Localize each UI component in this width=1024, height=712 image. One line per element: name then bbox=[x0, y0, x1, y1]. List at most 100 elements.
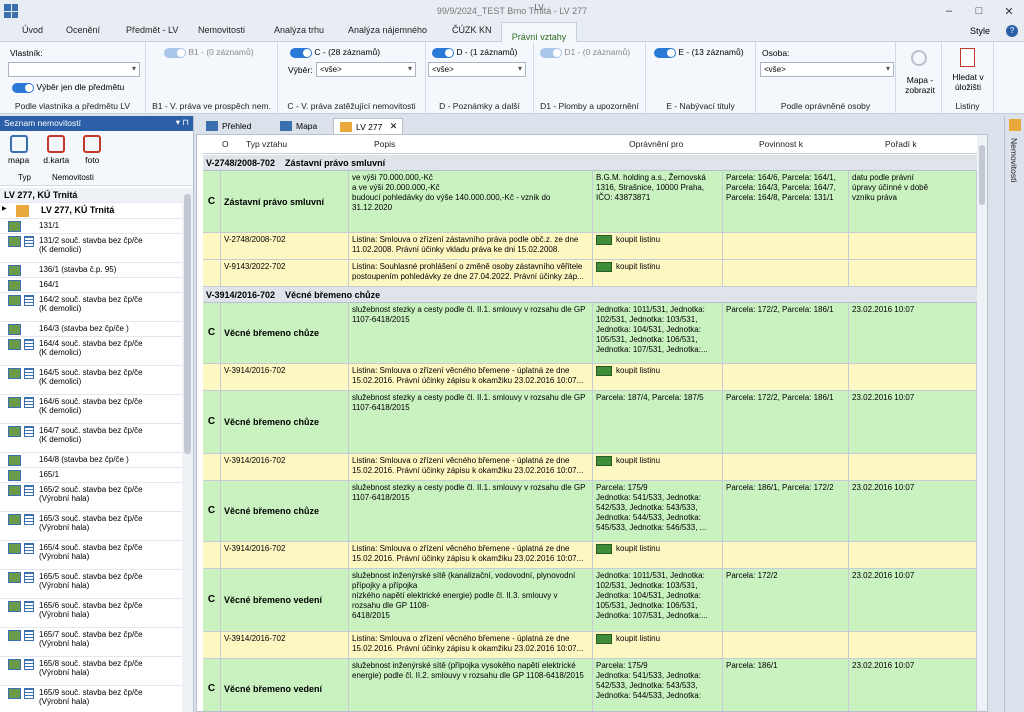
mapa-tool-button[interactable]: mapa bbox=[8, 135, 29, 167]
hledat-button[interactable]: Hledat v úložišti bbox=[946, 72, 990, 92]
selected-item[interactable]: ▶ LV 277, KÚ Trnitá bbox=[0, 203, 182, 219]
table-row[interactable]: C Věcné břemeno chůze služebnost stezky a … bbox=[203, 303, 977, 364]
koupit-listinu-button[interactable]: koupit listinu bbox=[596, 634, 719, 644]
list-item[interactable]: 164/6 souč. stavba bez čp/če (K demolici… bbox=[0, 395, 182, 424]
section-header[interactable]: V-2748/2008-702 Zástavní právo smluvní bbox=[203, 155, 977, 171]
close-tab-icon[interactable]: ✕ bbox=[390, 121, 398, 132]
list-item[interactable]: 165/2 souč. stavba bez čp/če (Výrobní ha… bbox=[0, 483, 182, 512]
grid-scrollbar[interactable] bbox=[977, 135, 987, 711]
c-vyber-label: Výběr: bbox=[288, 65, 313, 75]
tab-oceneni[interactable]: Ocenění bbox=[66, 25, 100, 35]
list-scrollbar[interactable] bbox=[182, 188, 193, 712]
table-row[interactable]: V-3914/2016-702 Listina: Smlouva o zřízen… bbox=[203, 364, 977, 391]
col-o[interactable]: O bbox=[222, 139, 229, 153]
tab-analyza-najemneho[interactable]: Analýza nájemného bbox=[348, 25, 427, 35]
list-item[interactable]: 136/1 (stavba č.p. 95) bbox=[0, 263, 182, 278]
table-row[interactable]: V-3914/2016-702 Listina: Smlouva o zřízen… bbox=[203, 632, 977, 659]
tab-prehled[interactable]: Přehled bbox=[200, 118, 257, 134]
maximize-button[interactable]: □ bbox=[964, 0, 994, 22]
koupit-listinu-button[interactable]: koupit listinu bbox=[596, 235, 719, 245]
koupit-listinu-button[interactable]: koupit listinu bbox=[596, 366, 719, 376]
building-icon bbox=[24, 397, 34, 408]
osoba-label: Osoba: bbox=[762, 48, 790, 58]
list-item[interactable]: 165/8 souč. stavba bez čp/če (Výrobní ha… bbox=[0, 657, 182, 686]
table-row[interactable]: C Věcné břemeno chůze služebnost stezky a … bbox=[203, 391, 977, 454]
cell-o: C bbox=[203, 171, 221, 232]
list-item-label: 165/4 souč. stavba bez čp/če (Výrobní ha… bbox=[39, 543, 143, 561]
list-item[interactable]: 165/9 souč. stavba bez čp/če (Výrobní ha… bbox=[0, 686, 182, 712]
foto-tool-button[interactable]: foto bbox=[83, 135, 102, 167]
tab-uvod[interactable]: Úvod bbox=[22, 25, 43, 35]
list-item[interactable]: 165/3 souč. stavba bez čp/če (Výrobní ha… bbox=[0, 512, 182, 541]
current-row-arrow: ▶ bbox=[2, 206, 7, 212]
table-row[interactable]: C Zástavní právo smluvní ve výši 70.000.00… bbox=[203, 171, 977, 233]
table-row[interactable]: V-3914/2016-702 Listina: Smlouva o zřízen… bbox=[203, 542, 977, 569]
d1-toggle[interactable]: D1 - (0 záznamů) bbox=[540, 47, 630, 58]
pin-icon[interactable]: ▾ ⊓ bbox=[176, 117, 189, 128]
tab-pravni-vztahy[interactable]: Právní vztahy bbox=[501, 22, 577, 43]
filter-value[interactable]: Nemovitosti bbox=[48, 171, 98, 185]
minimize-button[interactable]: – bbox=[934, 0, 964, 22]
list-item[interactable]: 164/2 souč. stavba bez čp/če (K demolici… bbox=[0, 293, 182, 322]
list-item[interactable]: 164/3 (stavba bez čp/če ) bbox=[0, 322, 182, 337]
col-typ-vztahu[interactable]: Typ vztahu bbox=[246, 139, 287, 153]
table-row[interactable]: C Věcné břemeno vedení služebnost inženýrs… bbox=[203, 569, 977, 632]
list-item[interactable]: 165/6 souč. stavba bez čp/če (Výrobní ha… bbox=[0, 599, 182, 628]
list-item[interactable]: 165/7 souč. stavba bez čp/če (Výrobní ha… bbox=[0, 628, 182, 657]
list-item[interactable]: 165/5 souč. stavba bez čp/če (Výrobní ha… bbox=[0, 570, 182, 599]
group-header[interactable]: LV 277, KÚ Trnitá bbox=[0, 188, 182, 203]
close-button[interactable]: ✕ bbox=[994, 0, 1024, 22]
vyber-toggle[interactable]: Výběr jen dle předmětu bbox=[12, 82, 124, 93]
cell-poradi bbox=[849, 364, 977, 390]
list-item[interactable]: 164/7 souč. stavba bez čp/če (K demolici… bbox=[0, 424, 182, 453]
section-header[interactable]: V-3914/2016-702 Věcné břemeno chůze bbox=[203, 287, 977, 303]
building-icon bbox=[24, 295, 34, 306]
camera-icon bbox=[83, 135, 102, 153]
col-povinnost-k[interactable]: Povinnost k bbox=[759, 139, 803, 153]
list-item-label: 164/2 souč. stavba bez čp/če (K demolici… bbox=[39, 295, 143, 313]
list-item[interactable]: 165/1 bbox=[0, 468, 182, 483]
tab-lv277[interactable]: LV 277 ✕ bbox=[333, 118, 404, 134]
cell-povinnost bbox=[723, 454, 849, 480]
b1-toggle[interactable]: B1 - (0 záznamů) bbox=[164, 47, 254, 58]
list-item[interactable]: 164/4 souč. stavba bez čp/če (K demolici… bbox=[0, 337, 182, 366]
help-icon[interactable]: ? bbox=[1006, 25, 1018, 37]
osoba-combo[interactable]: <vše> bbox=[760, 62, 894, 77]
list-item[interactable]: 165/4 souč. stavba bez čp/če (Výrobní ha… bbox=[0, 541, 182, 570]
table-row[interactable]: V-2748/2008-702 Listina: Smlouva o zřízen… bbox=[203, 233, 977, 260]
cell-poradi: 23.02.2016 10:07 bbox=[849, 659, 977, 711]
parcel-icon bbox=[8, 280, 21, 291]
koupit-listinu-button[interactable]: koupit listinu bbox=[596, 544, 719, 554]
col-poradi-k[interactable]: Pořadí k bbox=[885, 139, 917, 153]
col-popis[interactable]: Popis bbox=[374, 139, 395, 153]
table-row[interactable]: V-3914/2016-702 Listina: Smlouva o zřízen… bbox=[203, 454, 977, 481]
d-combo[interactable]: <vše> bbox=[428, 62, 526, 77]
table-row[interactable]: V-9143/2022-702 Listina: Souhlasné prohlá… bbox=[203, 260, 977, 287]
tab-nemovitosti[interactable]: Nemovitosti bbox=[198, 25, 245, 35]
list-item[interactable]: 131/1 bbox=[0, 219, 182, 234]
parcel-icon bbox=[8, 426, 21, 437]
tab-mapa[interactable]: Mapa bbox=[274, 118, 323, 134]
tab-cuzk-kn[interactable]: ČÚZK KN bbox=[452, 25, 492, 35]
list-item[interactable]: 164/5 souč. stavba bez čp/če (K demolici… bbox=[0, 366, 182, 395]
table-row[interactable]: C Věcné břemeno chůze služebnost stezky a … bbox=[203, 481, 977, 542]
vlastnik-combo[interactable] bbox=[8, 62, 140, 77]
list-item[interactable]: 164/1 bbox=[0, 278, 182, 293]
c-vyber-combo[interactable]: <vše> bbox=[316, 62, 416, 77]
tab-analyza-trhu[interactable]: Analýza trhu bbox=[274, 25, 324, 35]
nemovitosti-dock-tab[interactable]: Nemovitosti bbox=[1009, 138, 1019, 182]
tab-predmet-lv[interactable]: Předmět - LV bbox=[126, 25, 178, 35]
list-item[interactable]: 164/8 (stavba bez čp/če ) bbox=[0, 453, 182, 468]
koupit-listinu-button[interactable]: koupit listinu bbox=[596, 456, 719, 466]
mapa-button[interactable]: Mapa - zobrazit bbox=[896, 42, 942, 114]
koupit-listinu-button[interactable]: koupit listinu bbox=[596, 262, 719, 272]
style-menu[interactable]: Style bbox=[970, 26, 990, 36]
e-toggle[interactable]: E - (13 záznamů) bbox=[654, 47, 744, 58]
nemovitosti-icon bbox=[1009, 119, 1021, 131]
d-toggle[interactable]: D - (1 záznamů) bbox=[432, 47, 517, 58]
col-opravneni-pro[interactable]: Oprávnění pro bbox=[629, 139, 683, 153]
list-item[interactable]: 131/2 souč. stavba bez čp/če (K demolici… bbox=[0, 234, 182, 263]
dkarta-tool-button[interactable]: d.karta bbox=[43, 135, 69, 167]
table-row[interactable]: C Věcné břemeno vedení služebnost inženýrs… bbox=[203, 659, 977, 711]
c-toggle[interactable]: C - (28 záznamů) bbox=[290, 47, 380, 58]
